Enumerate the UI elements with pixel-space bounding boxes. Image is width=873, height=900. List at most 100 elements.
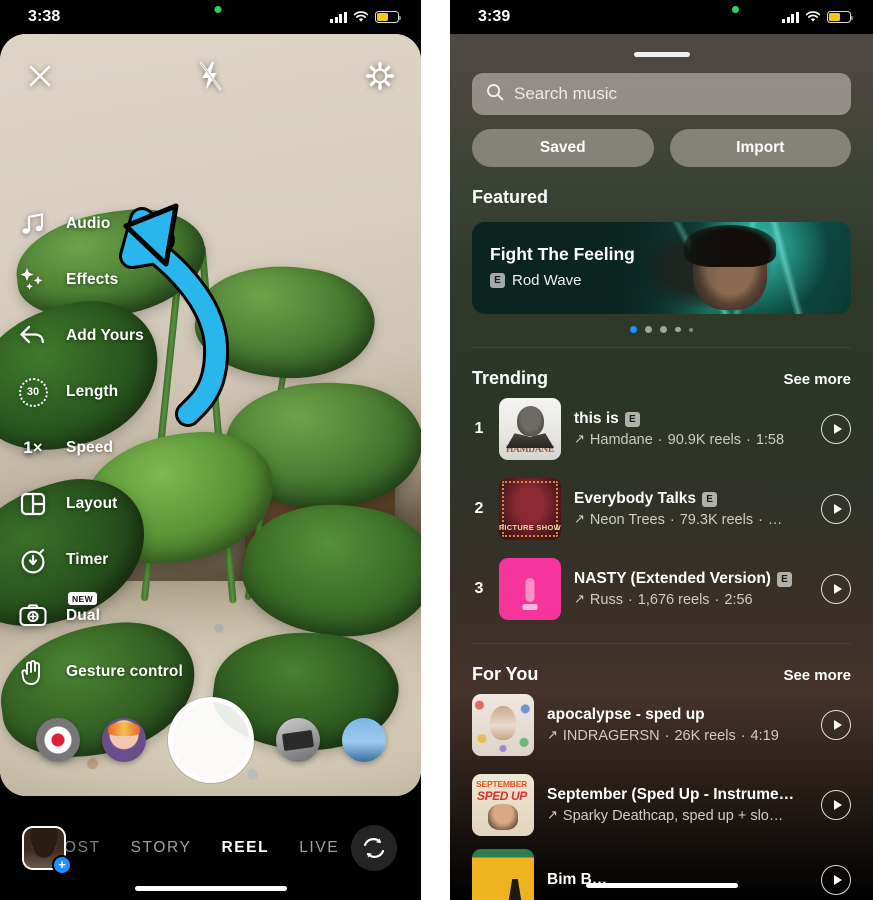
- track-title: Everybody Talks: [574, 490, 697, 507]
- music-picker-sheet: Search music Saved Import Featured Fight…: [450, 34, 873, 900]
- two-phone-screenshot: 3:38 Audio Effects Add Yours 30 Length 1…: [0, 0, 873, 900]
- track-reels: 1,676 reels: [637, 592, 710, 608]
- track-artist: Hamdane: [589, 432, 653, 448]
- track-title: September (Sped Up - Instrume…: [547, 786, 795, 803]
- import-button[interactable]: Import: [669, 129, 851, 167]
- effect-thumb-vhs[interactable]: [275, 718, 320, 762]
- arrow-reply-icon: [16, 319, 50, 353]
- track-rank: 3: [474, 580, 484, 597]
- status-bar-right: 3:39: [450, 0, 873, 34]
- list-item[interactable]: Bim B…: [450, 845, 873, 900]
- rail-item-audio[interactable]: Audio: [16, 196, 183, 252]
- tab-reel[interactable]: REEL: [221, 839, 269, 857]
- play-icon[interactable]: [821, 494, 851, 524]
- rail-item-dual[interactable]: NEW Dual: [16, 588, 183, 644]
- pager-dot-2[interactable]: [645, 326, 653, 333]
- saved-button[interactable]: Saved: [472, 129, 654, 167]
- for-you-title: For You: [472, 664, 539, 684]
- sheet-segment-row: Saved Import: [472, 129, 851, 167]
- play-icon[interactable]: [821, 710, 851, 740]
- featured-card[interactable]: Fight The Feeling E Rod Wave: [472, 222, 851, 314]
- track-rank: 1: [474, 420, 484, 437]
- rail-item-gesture-control[interactable]: Gesture control: [16, 644, 183, 700]
- rail-item-length[interactable]: 30 Length: [16, 364, 183, 420]
- track-reels: 79.3K reels: [679, 512, 754, 528]
- featured-title: Featured: [472, 187, 549, 207]
- hand-icon: [16, 655, 50, 689]
- list-item[interactable]: SEPTEMBER SPED UP September (Sped Up - I…: [450, 765, 873, 845]
- pager-dot-4[interactable]: [675, 326, 681, 333]
- album-artwork: PICTURE SHOW: [499, 478, 561, 540]
- rail-item-effects[interactable]: Effects: [16, 252, 183, 308]
- track-artist: Neon Trees: [589, 512, 665, 528]
- rail-item-layout[interactable]: Layout: [16, 476, 183, 532]
- avatar[interactable]: +: [22, 826, 72, 875]
- stopwatch-icon: [16, 543, 50, 577]
- tab-live[interactable]: LIVE: [299, 839, 339, 857]
- for-you-see-more-link[interactable]: See more: [783, 667, 851, 684]
- avatar-add-icon[interactable]: +: [52, 855, 72, 875]
- album-artwork-label: PICTURE SHOW: [499, 523, 561, 532]
- section-divider: [472, 347, 851, 348]
- featured-track-title: Fight The Feeling: [490, 244, 635, 264]
- wifi-icon: [805, 11, 821, 23]
- track-duration: 2:56: [724, 592, 753, 608]
- track-reels: 90.9K reels: [667, 432, 741, 448]
- camera-viewfinder[interactable]: Audio Effects Add Yours 30 Length 1× Spe…: [0, 34, 421, 796]
- table-row[interactable]: 1 HAMDANE this is E ↗ Hamdane · 90.9K re…: [450, 389, 873, 469]
- pager-dot-3[interactable]: [660, 326, 668, 333]
- recording-indicator-dot: [214, 6, 221, 13]
- play-icon[interactable]: [821, 790, 851, 820]
- camera-mode-bar: + POST STORY REEL LIVE: [0, 796, 421, 900]
- sparkles-icon: [16, 263, 50, 297]
- shutter-button[interactable]: [167, 697, 254, 783]
- album-artwork: HAMDANE: [499, 398, 561, 460]
- rail-item-add-yours[interactable]: Add Yours: [16, 308, 183, 364]
- play-icon[interactable]: [821, 414, 851, 444]
- table-row[interactable]: 2 PICTURE SHOW Everybody Talks E ↗ Neon …: [450, 469, 873, 549]
- effect-thumb-avatar[interactable]: [101, 718, 146, 762]
- track-title: apocalypse - sped up: [547, 706, 705, 723]
- rail-label-gesture-control: Gesture control: [66, 663, 183, 680]
- effect-thumb-sky[interactable]: [341, 718, 386, 762]
- featured-card-text: Fight The Feeling E Rod Wave: [490, 244, 635, 289]
- trending-arrow-icon: ↗: [574, 592, 585, 606]
- pager-dot-5[interactable]: [688, 327, 693, 332]
- effect-thumb-eye[interactable]: [35, 718, 80, 762]
- album-artwork: [472, 694, 534, 756]
- explicit-badge: E: [702, 491, 718, 507]
- camera-flip-icon[interactable]: [351, 825, 397, 871]
- rail-item-timer[interactable]: Timer: [16, 532, 183, 588]
- track-artist: Sparky Deathcap, sped up + slo…: [562, 808, 784, 824]
- close-x-icon[interactable]: [26, 62, 54, 95]
- featured-artist: Rod Wave: [512, 272, 582, 289]
- table-row[interactable]: 3 NASTY (Extended Version) E ↗ Russ · 1,…: [450, 549, 873, 629]
- flash-off-icon[interactable]: [195, 60, 225, 97]
- timer-30-icon: 30: [16, 375, 50, 409]
- track-title-row: Everybody Talks E: [574, 490, 808, 508]
- meta-sep: ·: [669, 512, 675, 528]
- trending-see-more-link[interactable]: See more: [783, 371, 851, 388]
- dual-new-badge: NEW: [68, 592, 98, 605]
- meta-sep: ·: [714, 592, 720, 608]
- cellular-signal-icon: [330, 11, 347, 23]
- play-icon[interactable]: [821, 865, 851, 895]
- rail-label-speed: Speed: [66, 439, 114, 456]
- rail-item-speed[interactable]: 1× Speed: [16, 420, 183, 476]
- tab-story[interactable]: STORY: [131, 839, 192, 857]
- pager-dot-1[interactable]: [630, 326, 638, 333]
- status-time: 3:39: [478, 8, 511, 25]
- sheet-grabber-handle[interactable]: [633, 52, 690, 57]
- play-icon[interactable]: [821, 574, 851, 604]
- track-artist: Russ: [589, 592, 623, 608]
- effects-carousel: [0, 697, 421, 783]
- dual-camera-icon: [16, 599, 50, 633]
- length-value: 30: [26, 386, 40, 398]
- search-input[interactable]: Search music: [472, 73, 851, 115]
- gear-icon[interactable]: [365, 61, 395, 96]
- rail-label-add-yours: Add Yours: [66, 327, 144, 344]
- status-icons: [330, 11, 402, 23]
- track-meta: ↗ Sparky Deathcap, sped up + slo…: [547, 808, 808, 824]
- meta-sep: ·: [664, 728, 670, 744]
- list-item[interactable]: apocalypse - sped up ↗ INDRAGERSN · 26K …: [450, 685, 873, 765]
